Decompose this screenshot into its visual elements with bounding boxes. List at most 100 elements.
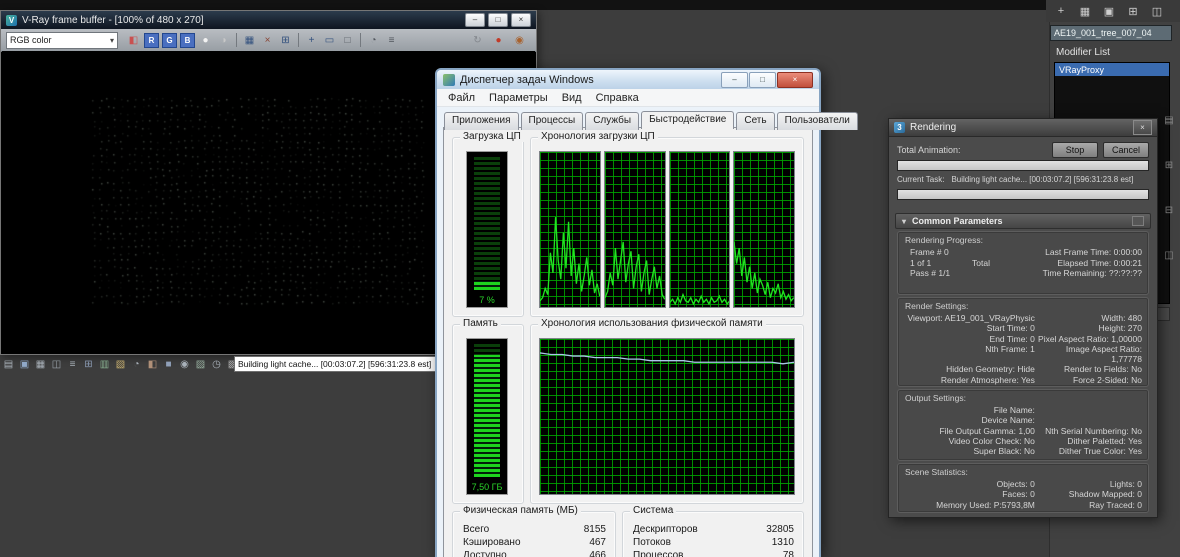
scroll-grip-icon[interactable]: ▤: [1164, 115, 1173, 126]
memory-gauge-group: Память 7,50 ГБ: [452, 318, 524, 504]
menu-item[interactable]: Справка: [589, 92, 646, 104]
grid-icon[interactable]: ▦: [1078, 4, 1092, 18]
total-animation-row: Total Animation: Stop Cancel: [897, 142, 1149, 158]
vfb-titlebar[interactable]: V V-Ray frame buffer - [100% of 480 x 27…: [1, 11, 536, 29]
reset-region-icon[interactable]: □: [340, 33, 355, 48]
add-icon[interactable]: +: [1054, 4, 1068, 18]
vfb-window-buttons: – □ ×: [465, 13, 531, 27]
color-correction-icon[interactable]: ◔: [366, 33, 381, 48]
save-image-icon[interactable]: ▦: [242, 33, 257, 48]
physical-memory-rows: Всего 8155 Кэшировано 467 Доступно 466: [453, 523, 615, 557]
alpha-channel-icon[interactable]: ◑: [216, 33, 231, 48]
pause-render-icon[interactable]: ◉: [512, 33, 527, 48]
settings-row: File Output Gamma: 1,00 Nth Serial Number…: [939, 425, 1142, 436]
folder-icon[interactable]: ▧: [114, 358, 127, 371]
cpu-usage-group: Загрузка ЦП 7 %: [452, 131, 524, 317]
blue-channel-button[interactable]: B: [180, 32, 195, 48]
rendering-close-button[interactable]: ×: [1133, 120, 1152, 135]
stat-row: Всего 8155: [463, 524, 606, 535]
info-icon[interactable]: ≡: [384, 33, 399, 48]
system-rows: Дескрипторов 32805 Потоков 1310 Процессов 78: [623, 523, 803, 557]
render-settings-group: Render Settings: Viewport: AE19_001_VRay…: [897, 297, 1149, 387]
paint-icon[interactable]: ◧: [146, 358, 159, 371]
modifier-stack-selected-item[interactable]: VRayProxy: [1055, 63, 1169, 76]
task-manager-menubar: Файл Параметры Вид Справка: [437, 89, 819, 107]
vfb-toolbar-icons-right: ↻ ● ◉: [470, 33, 531, 48]
collapse-icon[interactable]: ⊟: [1165, 205, 1173, 216]
menu-item[interactable]: Параметры: [482, 92, 555, 104]
vfb-minimize-button[interactable]: –: [465, 13, 485, 27]
scene-statistics-rows: Objects: 0 Lights: 0 Faces: 0 Shadow Mapped…: [898, 479, 1148, 512]
link-icon[interactable]: ⊞: [82, 358, 95, 371]
save-icon[interactable]: ▣: [1102, 4, 1116, 18]
rendering-dialog-titlebar[interactable]: 3 Rendering ×: [889, 119, 1157, 137]
configure-modifier-sets-button[interactable]: [1156, 307, 1170, 321]
close-button[interactable]: ×: [777, 71, 813, 88]
maxscript-listener-icon[interactable]: ▤: [2, 358, 15, 371]
minimize-button[interactable]: –: [721, 71, 748, 88]
vfb-close-button[interactable]: ×: [511, 13, 531, 27]
common-parameters-rollout[interactable]: ▾ Common Parameters: [895, 213, 1151, 229]
menu-item[interactable]: Файл: [441, 92, 482, 104]
cpu-graph-line-3: [670, 152, 730, 307]
maximize-button[interactable]: □: [749, 71, 776, 88]
menu-item[interactable]: Вид: [555, 92, 589, 104]
tab[interactable]: Службы: [585, 112, 640, 130]
cube-icon[interactable]: ■: [162, 358, 175, 371]
memory-graph-line: [540, 339, 794, 494]
task-manager-titlebar[interactable]: Диспетчер задач Windows – □ ×: [437, 70, 819, 89]
duplicate-buffer-icon[interactable]: ⊞: [278, 33, 293, 48]
settings-row: Memory Used: P:5793,8M V:6464,1MRay Trac…: [936, 499, 1142, 512]
max-app-icon: 3: [894, 122, 905, 133]
expand-icon[interactable]: ⊞: [1165, 160, 1173, 171]
vfb-maximize-button[interactable]: □: [488, 13, 508, 27]
settings-row: Render Atmosphere: Yes Force 2-Sided: No: [940, 374, 1142, 385]
performance-tab-page: Загрузка ЦП 7 % Хронология загрузки ЦП П…: [443, 127, 813, 557]
snap-toggle-icon[interactable]: ⊞: [1126, 4, 1140, 18]
rollout-arrow-icon: ▾: [902, 216, 907, 226]
window-icon[interactable]: ◫: [50, 358, 63, 371]
memory-gauge-label: Память: [460, 318, 501, 329]
show-color-channels-icon[interactable]: ◧: [126, 33, 141, 48]
vfb-toolbar-icons: ◧ R G B ● ◑ ▦ × ⊞ + ▭ □ ◔ ≡: [126, 32, 399, 48]
memory-meter: 7,50 ГБ: [466, 338, 508, 495]
red-channel-button[interactable]: R: [144, 32, 159, 48]
object-name-field[interactable]: AE19_001_tree_007_04: [1050, 25, 1172, 41]
camera-icon[interactable]: ◉: [178, 358, 191, 371]
settings-row: End Time: 0 Pixel Aspect Ratio: 1,00000: [989, 333, 1142, 344]
tab[interactable]: Приложения: [444, 112, 519, 130]
track-mouse-icon[interactable]: +: [304, 33, 319, 48]
grid-icon[interactable]: ▦: [34, 358, 47, 371]
cpu-led-area: [474, 157, 500, 290]
render-last-icon[interactable]: ↻: [470, 33, 485, 48]
stop-button[interactable]: Stop: [1052, 142, 1098, 158]
tab[interactable]: Процессы: [520, 112, 584, 130]
monochrome-mode-icon[interactable]: ●: [198, 33, 213, 48]
clock-icon[interactable]: ◷: [210, 358, 223, 371]
monitor-icon[interactable]: ▥: [98, 358, 111, 371]
cpu-graph-line-2: [605, 152, 665, 307]
tab[interactable]: Сеть: [736, 112, 775, 130]
memory-history-group: Хронология использования физической памя…: [530, 318, 804, 504]
tab[interactable]: Быстродействие: [641, 111, 735, 129]
notes-icon[interactable]: ≡: [66, 358, 79, 371]
layers-icon[interactable]: ▨: [194, 358, 207, 371]
memory-led-fill: [474, 354, 500, 477]
region-render-icon[interactable]: ▭: [322, 33, 337, 48]
cancel-button[interactable]: Cancel: [1103, 142, 1149, 158]
green-channel-button[interactable]: G: [162, 32, 177, 48]
stop-render-icon[interactable]: ●: [491, 33, 506, 48]
separator: [360, 33, 361, 47]
channel-dropdown[interactable]: RGB color ▾: [6, 31, 118, 49]
settings-row: Video Color Check: No Dither Paletted: Ye…: [948, 435, 1142, 446]
tool-icon[interactable]: ◔: [130, 358, 143, 371]
stat-row: Процессов 78: [633, 550, 794, 557]
panel-tab-icon[interactable]: ◫: [1164, 250, 1173, 261]
rendering-progress-group: Rendering Progress: Frame # 0 Last Frame …: [897, 231, 1149, 295]
modifier-list-dropdown[interactable]: Modifier List: [1054, 45, 1172, 59]
tab[interactable]: Пользователи: [776, 112, 858, 130]
clear-image-icon[interactable]: ×: [260, 33, 275, 48]
selection-lock-icon[interactable]: ▣: [18, 358, 31, 371]
mirror-icon[interactable]: ◫: [1150, 4, 1164, 18]
main-toolbar: + ▦ ▣ ⊞ ◫: [1046, 0, 1180, 22]
